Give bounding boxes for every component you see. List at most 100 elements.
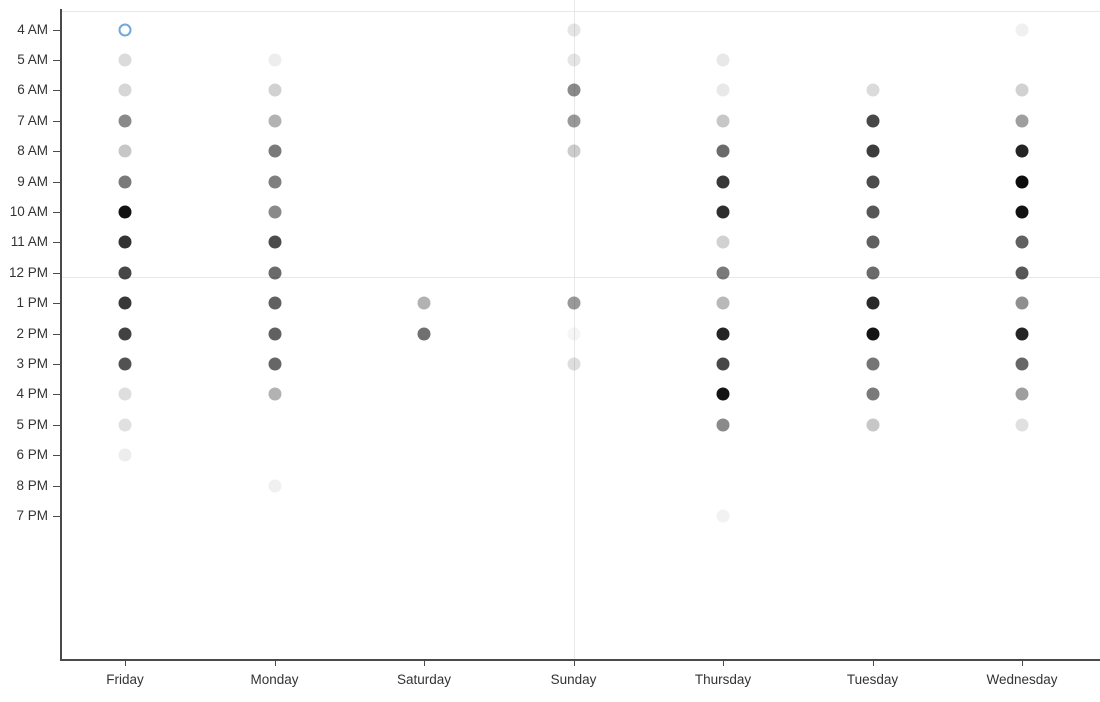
y-axis-label: 9 AM xyxy=(17,173,48,189)
y-axis-label: 10 AM xyxy=(9,203,48,219)
data-point[interactable] xyxy=(866,175,879,188)
data-point[interactable] xyxy=(866,83,879,97)
y-axis-tick xyxy=(53,242,60,244)
data-point[interactable] xyxy=(1015,387,1029,401)
data-point[interactable] xyxy=(268,327,281,340)
x-axis-tick xyxy=(872,659,874,666)
data-point[interactable] xyxy=(866,144,879,158)
data-point[interactable] xyxy=(118,144,132,158)
x-axis-tick xyxy=(125,659,126,666)
data-point-selected[interactable] xyxy=(118,23,132,36)
data-point[interactable] xyxy=(866,205,879,219)
data-point[interactable] xyxy=(268,83,281,97)
data-point[interactable] xyxy=(866,266,879,280)
data-point[interactable] xyxy=(1015,266,1029,280)
data-point[interactable] xyxy=(866,418,879,432)
data-point[interactable] xyxy=(1015,144,1029,158)
data-point[interactable] xyxy=(118,448,132,462)
data-point[interactable] xyxy=(866,114,879,128)
y-axis-tick xyxy=(53,151,60,153)
data-point[interactable] xyxy=(417,296,431,310)
data-point[interactable] xyxy=(268,479,281,492)
y-axis-label: 2 PM xyxy=(16,325,48,341)
data-point[interactable] xyxy=(1015,235,1029,249)
data-point[interactable] xyxy=(268,53,281,67)
data-point[interactable] xyxy=(268,205,281,219)
data-point[interactable] xyxy=(1015,114,1029,128)
y-axis-tick xyxy=(53,211,60,213)
data-point[interactable] xyxy=(866,296,879,310)
y-axis-label: 1 PM xyxy=(16,295,48,311)
data-point[interactable] xyxy=(716,144,730,158)
data-point[interactable] xyxy=(716,296,730,310)
data-point[interactable] xyxy=(1015,296,1029,310)
data-point[interactable] xyxy=(118,175,132,188)
data-point[interactable] xyxy=(1015,418,1029,432)
data-point[interactable] xyxy=(716,205,730,219)
data-point[interactable] xyxy=(567,327,580,340)
x-axis-label: Sunday xyxy=(550,672,597,687)
data-point[interactable] xyxy=(1015,357,1029,371)
y-axis-label: 3 PM xyxy=(16,355,48,371)
data-point[interactable] xyxy=(268,266,281,280)
y-axis-label: 4 AM xyxy=(17,21,48,37)
data-point[interactable] xyxy=(716,53,730,67)
x-axis-label: Wednesday xyxy=(986,672,1058,687)
data-point[interactable] xyxy=(118,327,132,340)
data-point[interactable] xyxy=(716,83,730,97)
y-axis-label: 11 AM xyxy=(10,234,48,250)
data-point[interactable] xyxy=(866,327,879,340)
data-point[interactable] xyxy=(567,23,580,36)
data-point[interactable] xyxy=(118,387,132,401)
y-axis-tick xyxy=(53,394,60,396)
y-axis-tick xyxy=(53,120,60,122)
data-point[interactable] xyxy=(567,114,580,128)
data-point[interactable] xyxy=(567,83,580,97)
data-point[interactable] xyxy=(567,296,580,310)
data-point[interactable] xyxy=(417,327,431,340)
data-point[interactable] xyxy=(118,205,132,219)
data-point[interactable] xyxy=(1015,175,1029,188)
data-point[interactable] xyxy=(1015,327,1029,340)
data-point[interactable] xyxy=(268,296,281,310)
data-point[interactable] xyxy=(268,387,281,401)
data-point[interactable] xyxy=(567,357,580,371)
data-point[interactable] xyxy=(866,235,879,249)
y-axis-tick xyxy=(53,272,60,274)
x-axis-tick xyxy=(274,659,276,666)
data-point[interactable] xyxy=(268,357,281,371)
data-point[interactable] xyxy=(118,357,132,371)
data-point[interactable] xyxy=(716,509,730,523)
y-axis-tick xyxy=(53,181,60,183)
data-point[interactable] xyxy=(118,114,132,128)
data-point[interactable] xyxy=(716,327,730,340)
y-axis-label: 5 AM xyxy=(17,51,48,67)
data-point[interactable] xyxy=(716,114,730,128)
data-point[interactable] xyxy=(716,175,730,188)
data-point[interactable] xyxy=(118,418,132,432)
data-point[interactable] xyxy=(268,175,281,188)
y-axis-label: 8 AM xyxy=(17,143,48,159)
data-point[interactable] xyxy=(118,235,132,249)
data-point[interactable] xyxy=(1015,83,1029,97)
data-point[interactable] xyxy=(866,357,879,371)
data-point[interactable] xyxy=(716,387,730,401)
y-axis-tick xyxy=(53,424,60,426)
gridline-horizontal xyxy=(61,277,1100,279)
data-point[interactable] xyxy=(866,387,879,401)
data-point[interactable] xyxy=(118,296,132,310)
data-point[interactable] xyxy=(118,83,132,97)
data-point[interactable] xyxy=(716,235,730,249)
data-point[interactable] xyxy=(268,144,281,158)
data-point[interactable] xyxy=(268,235,281,249)
data-point[interactable] xyxy=(1015,23,1029,36)
data-point[interactable] xyxy=(716,418,730,432)
data-point[interactable] xyxy=(1015,205,1029,219)
data-point[interactable] xyxy=(118,53,132,67)
data-point[interactable] xyxy=(716,357,730,371)
data-point[interactable] xyxy=(567,144,580,158)
data-point[interactable] xyxy=(268,114,281,128)
data-point[interactable] xyxy=(118,266,132,280)
data-point[interactable] xyxy=(567,53,580,67)
data-point[interactable] xyxy=(716,266,730,280)
